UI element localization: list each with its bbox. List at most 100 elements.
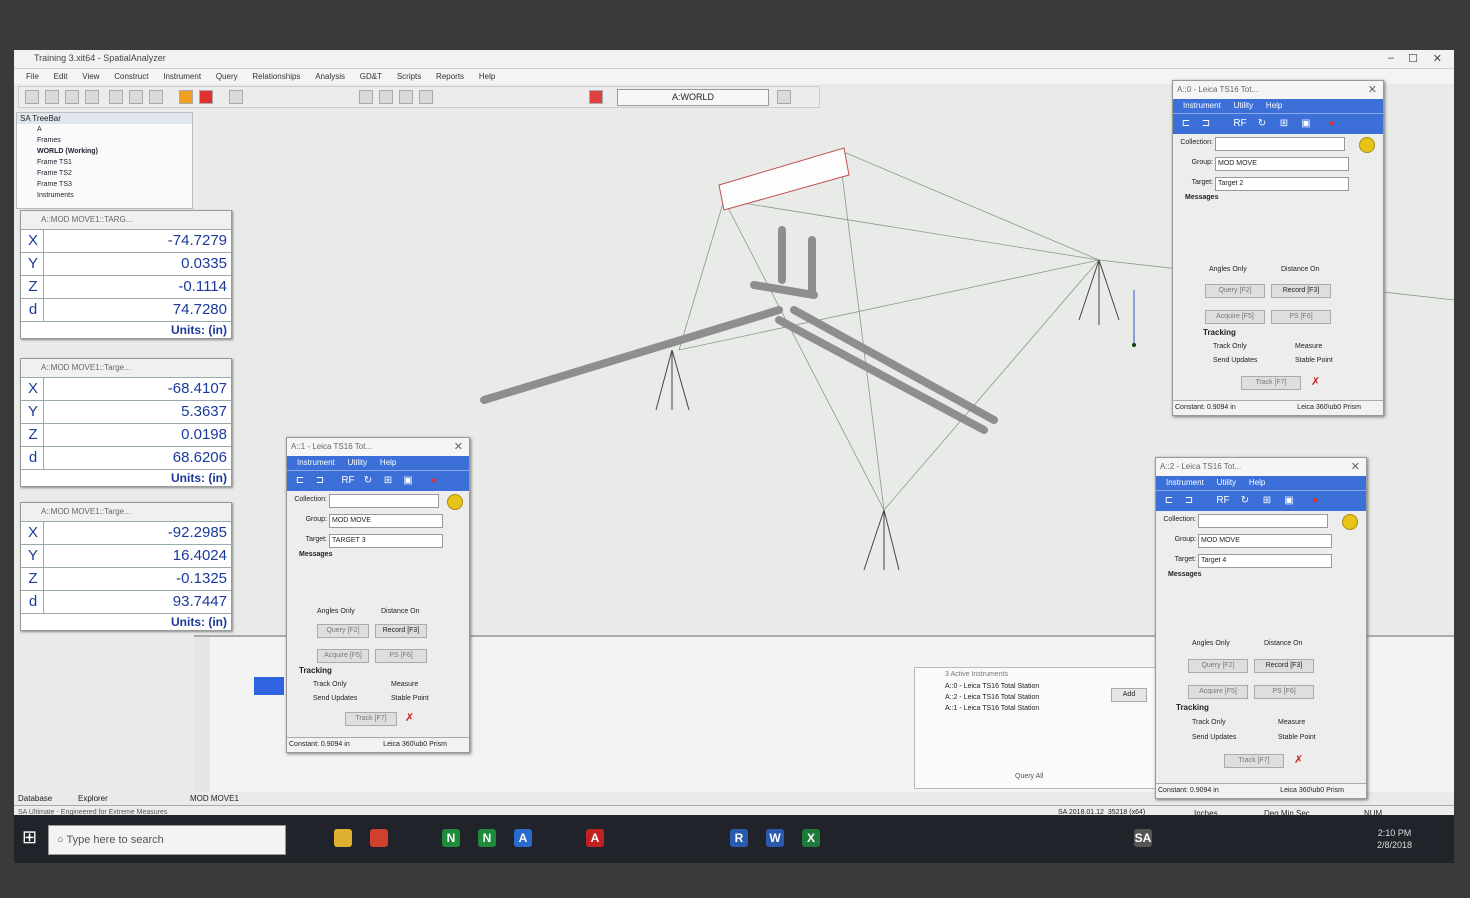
tree-item-frame-ts3[interactable]: Frame TS3 (17, 179, 192, 190)
menu-help[interactable]: Help (1266, 99, 1282, 113)
close-icon[interactable]: ✕ (1433, 52, 1442, 65)
stable-point-radio[interactable]: Stable Point (391, 695, 429, 702)
camera-icon[interactable] (777, 90, 791, 104)
stable-point-radio[interactable]: Stable Point (1278, 734, 1316, 741)
level-icon[interactable]: ⊞ (381, 474, 395, 488)
acquire-button[interactable]: Acquire [F5] (1205, 310, 1265, 324)
refresh-icon[interactable]: ↻ (361, 474, 375, 488)
camera-icon[interactable]: ▣ (1299, 117, 1313, 131)
menu-gdt[interactable]: GD&T (360, 69, 382, 84)
explorer-tab[interactable]: Explorer (78, 794, 108, 803)
new-file-icon[interactable] (45, 90, 59, 104)
record-icon[interactable] (589, 90, 603, 104)
distance-on-radio[interactable]: Distance On (1281, 266, 1320, 273)
excel-icon[interactable]: X (802, 829, 820, 847)
disconnect-icon[interactable]: ⊐ (313, 474, 327, 488)
connect-icon[interactable]: ⊏ (293, 474, 307, 488)
menu-instrument[interactable]: Instrument (1166, 476, 1204, 490)
cancel-x-icon[interactable]: ✗ (405, 711, 414, 724)
taskbar-search-input[interactable]: ○ Type here to search (48, 825, 286, 855)
menu-edit[interactable]: Edit (54, 69, 68, 84)
maximize-icon[interactable]: ☐ (1408, 52, 1418, 65)
app-n-icon[interactable]: N (442, 829, 460, 847)
ps-button[interactable]: PS [F6] (1254, 685, 1314, 699)
collection-select[interactable] (329, 494, 439, 508)
app-r-icon[interactable]: R (730, 829, 748, 847)
send-updates-radio[interactable]: Send Updates (1213, 357, 1257, 364)
tree-item-frame-ts2[interactable]: Frame TS2 (17, 168, 192, 179)
rotate-icon[interactable] (379, 90, 393, 104)
connect-icon[interactable]: ⊏ (1179, 117, 1193, 131)
record-button[interactable]: Record [F3] (1271, 284, 1331, 298)
track-only-radio[interactable]: Track Only (313, 681, 347, 688)
app-n2-icon[interactable]: N (478, 829, 496, 847)
menu-analysis[interactable]: Analysis (315, 69, 345, 84)
minimize-icon[interactable]: – (1388, 52, 1394, 64)
ps-button[interactable]: PS [F6] (1271, 310, 1331, 324)
mod-move-tab[interactable]: MOD MOVE1 (190, 794, 239, 803)
angles-only-radio[interactable]: Angles Only (1209, 266, 1247, 273)
tree-item-instruments[interactable]: Instruments (17, 190, 192, 201)
target-field[interactable]: Target 4 (1198, 554, 1332, 568)
cancel-x-icon[interactable]: ✗ (1294, 753, 1303, 766)
track-only-radio[interactable]: Track Only (1213, 343, 1247, 350)
level-icon[interactable]: ⊞ (1260, 494, 1274, 508)
target-field[interactable]: Target 2 (1215, 177, 1349, 191)
track-button[interactable]: Track [F7] (1224, 754, 1284, 768)
chrome-icon[interactable] (370, 829, 388, 847)
send-updates-radio[interactable]: Send Updates (313, 695, 357, 702)
collection-select[interactable] (1215, 137, 1345, 151)
distance-on-radio[interactable]: Distance On (1264, 640, 1303, 647)
database-tab[interactable]: Database (18, 794, 52, 803)
track-button[interactable]: Track [F7] (1241, 376, 1301, 390)
cancel-x-icon[interactable]: ✗ (1311, 375, 1320, 388)
stop-icon[interactable] (199, 90, 213, 104)
save-icon[interactable] (85, 90, 99, 104)
menu-construct[interactable]: Construct (114, 69, 148, 84)
menu-file[interactable]: File (26, 69, 39, 84)
camera-icon[interactable]: ▣ (401, 474, 415, 488)
stop-icon[interactable]: ● (1325, 117, 1339, 131)
camera-icon[interactable]: ▣ (1282, 494, 1296, 508)
view-icon[interactable] (229, 90, 243, 104)
measure-radio[interactable]: Measure (1278, 719, 1305, 726)
tree-item-a[interactable]: A (17, 124, 192, 135)
distance-on-radio[interactable]: Distance On (381, 608, 420, 615)
toolbar-tool-icon[interactable] (25, 90, 39, 104)
menu-instrument[interactable]: Instrument (163, 69, 201, 84)
ps-button[interactable]: PS [F6] (375, 649, 427, 663)
disconnect-icon[interactable]: ⊐ (1199, 117, 1213, 131)
close-icon[interactable]: ✕ (454, 438, 463, 456)
close-icon[interactable]: ✕ (1368, 81, 1377, 99)
tree-item-frames[interactable]: Frames (17, 135, 192, 146)
record-button[interactable]: Record [F3] (375, 624, 427, 638)
tree-item-world[interactable]: WORLD (Working) (17, 146, 192, 157)
angles-only-radio[interactable]: Angles Only (317, 608, 355, 615)
target-field[interactable]: TARGET 3 (329, 534, 443, 548)
menu-utility[interactable]: Utility (1217, 476, 1237, 490)
stop-icon[interactable]: ● (1308, 494, 1322, 508)
menu-instrument[interactable]: Instrument (1183, 99, 1221, 113)
group-select[interactable]: MOD MOVE (329, 514, 443, 528)
tree-item-frame-ts1[interactable]: Frame TS1 (17, 157, 192, 168)
acquire-button[interactable]: Acquire [F5] (317, 649, 369, 663)
menu-view[interactable]: View (82, 69, 99, 84)
menu-reports[interactable]: Reports (436, 69, 464, 84)
active-instrument-row[interactable]: A::1 - Leica TS16 Total Station (915, 703, 1155, 714)
query-button[interactable]: Query [F2] (317, 624, 369, 638)
send-updates-radio[interactable]: Send Updates (1192, 734, 1236, 741)
menu-help[interactable]: Help (479, 69, 495, 84)
move-icon[interactable] (359, 90, 373, 104)
measure-radio[interactable]: Measure (1295, 343, 1322, 350)
zoom-icon[interactable] (399, 90, 413, 104)
acquire-button[interactable]: Acquire [F5] (1188, 685, 1248, 699)
open-file-icon[interactable] (65, 90, 79, 104)
rf-icon[interactable]: RF (341, 474, 355, 488)
track-only-radio[interactable]: Track Only (1192, 719, 1226, 726)
measure-radio[interactable]: Measure (391, 681, 418, 688)
app-a-red-icon[interactable]: A (586, 829, 604, 847)
record-button[interactable]: Record [F3] (1254, 659, 1314, 673)
refresh-icon[interactable]: ↻ (1238, 494, 1252, 508)
frame-selector[interactable]: A:WORLD (617, 89, 769, 106)
query-button[interactable]: Query [F2] (1205, 284, 1265, 298)
